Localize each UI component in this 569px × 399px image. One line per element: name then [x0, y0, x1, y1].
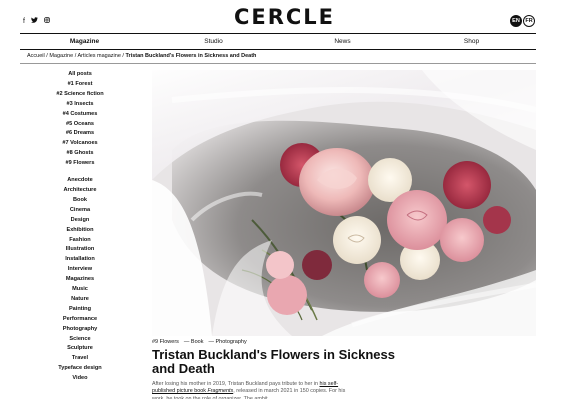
sidebar-item-issue[interactable]: #3 Insects	[40, 100, 120, 110]
sidebar-item-issue[interactable]: #2 Science fiction	[40, 90, 120, 100]
sidebar-item-category[interactable]: Fashion	[40, 236, 120, 246]
sidebar-item-category[interactable]: Architecture	[40, 186, 120, 196]
main-nav: Magazine Studio News Shop	[20, 33, 536, 50]
sidebar-item-category[interactable]: Exhibition	[40, 226, 120, 236]
excerpt-book-title: Fragments	[207, 388, 234, 395]
sidebar-item-category[interactable]: Performance	[40, 315, 120, 325]
sidebar-item-issue[interactable]: #7 Volcanoes	[40, 139, 120, 149]
sidebar-item-category[interactable]: Travel	[40, 354, 120, 364]
sidebar-item-issue[interactable]: #9 Flowers	[40, 159, 120, 169]
sidebar-item-category[interactable]: Interview	[40, 265, 120, 275]
breadcrumb-home[interactable]: Accueil	[27, 53, 45, 59]
issue-list: All posts #1 Forest #2 Science fiction #…	[40, 70, 120, 169]
tag-issue[interactable]: #9 Flowers	[152, 339, 179, 345]
article-hero-image[interactable]	[152, 70, 536, 336]
language-en-button[interactable]: EN	[510, 15, 522, 27]
sidebar: All posts #1 Forest #2 Science fiction #…	[40, 70, 120, 384]
sidebar-item-issue[interactable]: #1 Forest	[40, 80, 120, 90]
sidebar-item-category[interactable]: Painting	[40, 305, 120, 315]
breadcrumb-current: Tristan Buckland's Flowers in Sickness a…	[125, 53, 257, 59]
tag-category[interactable]: — Photography	[208, 339, 246, 345]
sidebar-item-category[interactable]: Photography	[40, 325, 120, 335]
sidebar-item-issue[interactable]: #5 Oceans	[40, 120, 120, 130]
breadcrumb: Accueil / Magazine / Articles magazine /…	[27, 53, 256, 59]
nav-item-news[interactable]: News	[278, 34, 407, 49]
sidebar-item-category[interactable]: Typeface design	[40, 364, 120, 374]
language-switcher: EN FR	[510, 15, 535, 27]
sidebar-item-issue[interactable]: #6 Dreams	[40, 129, 120, 139]
excerpt-text: After losing his mother in 2019, Tristan…	[152, 381, 320, 387]
sidebar-item-category[interactable]: Science	[40, 335, 120, 345]
site-logo[interactable]: CERCLE	[0, 5, 569, 29]
article-excerpt: After losing his mother in 2019, Tristan…	[152, 381, 347, 399]
sidebar-item-category[interactable]: Magazines	[40, 275, 120, 285]
nav-item-shop[interactable]: Shop	[407, 34, 536, 49]
site-header: f CERCLE EN FR	[0, 0, 569, 32]
sidebar-item-issue[interactable]: #4 Costumes	[40, 110, 120, 120]
nav-item-magazine[interactable]: Magazine	[20, 34, 149, 49]
sidebar-item-category[interactable]: Music	[40, 285, 120, 295]
nav-item-studio[interactable]: Studio	[149, 34, 278, 49]
flowers-photo	[152, 70, 536, 336]
tag-category[interactable]: — Book	[184, 339, 204, 345]
breadcrumb-articles[interactable]: Articles magazine	[77, 53, 120, 59]
article-tags: #9 Flowers — Book — Photography	[152, 339, 247, 345]
language-fr-button[interactable]: FR	[523, 15, 535, 27]
sidebar-item-category[interactable]: Design	[40, 216, 120, 226]
sidebar-item-category[interactable]: Installation	[40, 255, 120, 265]
sidebar-item-category[interactable]: Nature	[40, 295, 120, 305]
sidebar-item-category[interactable]: Video	[40, 374, 120, 384]
sidebar-item-category[interactable]: Anecdote	[40, 176, 120, 186]
breadcrumb-divider	[20, 63, 536, 64]
breadcrumb-magazine[interactable]: Magazine	[49, 53, 73, 59]
category-list: Anecdote Architecture Book Cinema Design…	[40, 176, 120, 384]
sidebar-item-category[interactable]: Cinema	[40, 206, 120, 216]
sidebar-item-issue[interactable]: #8 Ghosts	[40, 149, 120, 159]
sidebar-item-category[interactable]: Book	[40, 196, 120, 206]
article-title: Tristan Buckland's Flowers in Sickness a…	[152, 347, 395, 376]
sidebar-item-category[interactable]: Illustration	[40, 245, 120, 255]
sidebar-item-category[interactable]: Sculpture	[40, 344, 120, 354]
sidebar-item-all-posts[interactable]: All posts	[40, 70, 120, 80]
